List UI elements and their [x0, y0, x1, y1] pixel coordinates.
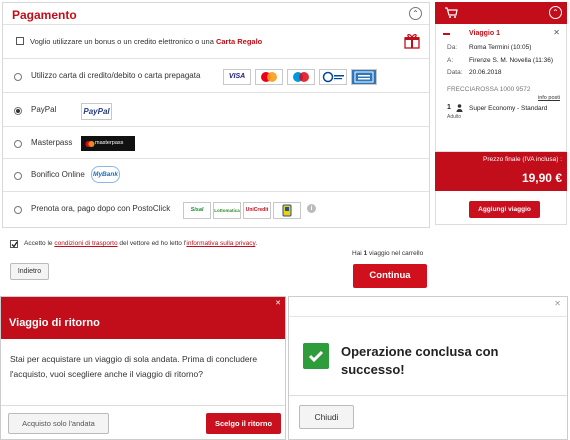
- divider: [1, 405, 285, 406]
- sisal-logo: Sisal: [183, 202, 211, 219]
- return-modal-body: Stai per acquistare un viaggio di sola a…: [10, 354, 258, 379]
- close-icon[interactable]: ✕: [553, 28, 560, 37]
- passenger-count: 1: [447, 104, 451, 111]
- terms-suffix: .: [255, 240, 258, 247]
- payment-option-bonifico[interactable]: Bonifico Online MyBank: [3, 159, 429, 192]
- seat-info-link[interactable]: info posti: [538, 95, 560, 101]
- cart-header: ⌃: [435, 2, 567, 24]
- payment-panel: Pagamento ⌃ Voglio utilizzare un bonus o…: [2, 2, 430, 228]
- masterpass-radio[interactable]: [14, 140, 22, 148]
- bonus-prefix: Voglio utilizzare un bonus o un credito …: [30, 37, 214, 46]
- choose-return-button[interactable]: Scelgo il ritorno: [206, 413, 281, 434]
- to-label: A:: [447, 57, 454, 64]
- payment-header[interactable]: Pagamento ⌃: [3, 3, 429, 25]
- person-icon: [456, 104, 463, 112]
- info-icon[interactable]: i: [307, 204, 316, 213]
- success-modal-header: ✕: [289, 297, 567, 317]
- gift-card-link[interactable]: Carta Regalo: [216, 37, 262, 46]
- maestro-logo: [287, 69, 315, 85]
- passenger-type: Adulto: [447, 114, 462, 120]
- chevron-up-icon[interactable]: ⌃: [409, 7, 422, 20]
- payment-option-card[interactable]: Utilizzo carta di credito/debito o carta…: [3, 59, 429, 93]
- masterpass-option-label: Masterpass: [31, 138, 73, 147]
- success-check-icon: [303, 343, 329, 369]
- american-express-logo: [351, 69, 377, 85]
- postoclick-option-label: Prenota ora, pago dopo con PostoClick: [31, 204, 171, 213]
- from-label: Da:: [447, 44, 458, 51]
- transport-conditions-link[interactable]: condizioni di trasporto: [54, 240, 117, 247]
- to-value: Firenze S. M. Novella (11:36): [469, 57, 554, 64]
- paypal-radio[interactable]: [14, 107, 22, 115]
- payment-title: Pagamento: [12, 8, 77, 22]
- bonifico-radio[interactable]: [14, 172, 22, 180]
- cart-icon: [445, 7, 458, 18]
- return-modal-header: Viaggio di ritorno ✕: [1, 297, 285, 339]
- card-radio[interactable]: [14, 73, 22, 81]
- mastercard-logo: [255, 69, 283, 85]
- terms-checkbox[interactable]: [10, 240, 18, 248]
- bonus-checkbox[interactable]: [16, 37, 24, 45]
- one-way-button[interactable]: Acquisto solo l'andata: [8, 413, 109, 434]
- terms-prefix: Accetto le: [24, 240, 53, 247]
- cart-note-prefix: Hai: [352, 250, 362, 257]
- close-icon[interactable]: ✕: [275, 299, 281, 307]
- price-label: Prezzo finale (IVA inclusa) :: [483, 156, 562, 163]
- from-value: Roma Termini (10:05): [469, 44, 532, 51]
- paypal-logo: PayPal: [81, 103, 112, 120]
- card-option-label: Utilizzo carta di credito/debito o carta…: [31, 71, 201, 80]
- masterpass-logo-text: masterpass: [95, 140, 124, 146]
- bonus-row: Voglio utilizzare un bonus o un credito …: [3, 25, 429, 59]
- train-name: FRECCIAROSSA 1000 9572: [447, 86, 531, 93]
- posta-logo: [273, 202, 301, 219]
- privacy-policy-link[interactable]: informativa sulla privacy: [186, 240, 255, 247]
- payment-option-masterpass[interactable]: Masterpass masterpass: [3, 127, 429, 159]
- back-button[interactable]: Indietro: [10, 263, 49, 280]
- mybank-logo: MyBank: [91, 166, 120, 183]
- diners-club-logo: [319, 69, 347, 85]
- gift-icon: [404, 34, 420, 49]
- date-label: Data:: [447, 69, 463, 76]
- bonus-text: Voglio utilizzare un bonus o un credito …: [30, 37, 262, 46]
- chevron-up-icon[interactable]: ⌃: [549, 6, 562, 19]
- return-modal-title: Viaggio di ritorno: [9, 317, 100, 329]
- terms-middle: del vettore ed ho letto l': [119, 240, 187, 247]
- cart-count: 1: [363, 250, 368, 257]
- continue-button[interactable]: Continua: [353, 264, 427, 288]
- postoclick-radio[interactable]: [14, 206, 22, 214]
- bonifico-option-label: Bonifico Online: [31, 170, 85, 179]
- date-value: 20.06.2018: [469, 69, 502, 76]
- cart-note-suffix: viaggio nel carrello: [369, 250, 424, 257]
- payment-option-postoclick[interactable]: Prenota ora, pago dopo con PostoClick Si…: [3, 192, 429, 227]
- cart-note: Hai 1 viaggio nel carrello: [352, 250, 423, 257]
- success-modal: ✕ Operazione conclusa con successo! Chiu…: [288, 296, 568, 440]
- trip-title: Viaggio 1: [469, 30, 500, 37]
- return-trip-modal: Viaggio di ritorno ✕ Stai per acquistare…: [0, 296, 286, 440]
- masterpass-logo: masterpass: [81, 136, 135, 151]
- close-button[interactable]: Chiudi: [299, 405, 354, 429]
- add-trip-area: Aggiungi viaggio: [435, 191, 567, 225]
- trip-dash-icon: [443, 33, 450, 35]
- add-trip-button[interactable]: Aggiungi viaggio: [469, 201, 540, 218]
- price-box: Prezzo finale (IVA inclusa) : 19,90 €: [435, 152, 567, 191]
- trip-summary: Viaggio 1 ✕ Da: Roma Termini (10:05) A: …: [435, 24, 567, 152]
- close-icon[interactable]: ✕: [554, 299, 561, 308]
- price-value: 19,90 €: [521, 171, 562, 185]
- divider: [289, 395, 567, 396]
- lottomatica-logo: Lottomatica: [213, 202, 241, 219]
- visa-logo: VISA: [223, 69, 251, 85]
- success-message: Operazione conclusa con successo!: [341, 344, 499, 377]
- terms-text: Accetto le condizioni di trasporto del v…: [24, 240, 257, 247]
- payment-option-paypal[interactable]: PayPal PayPal: [3, 93, 429, 127]
- fare-type: Super Economy - Standard: [469, 105, 548, 112]
- unicredit-logo: UniCredit: [243, 202, 271, 219]
- paypal-option-label: PayPal: [31, 105, 57, 114]
